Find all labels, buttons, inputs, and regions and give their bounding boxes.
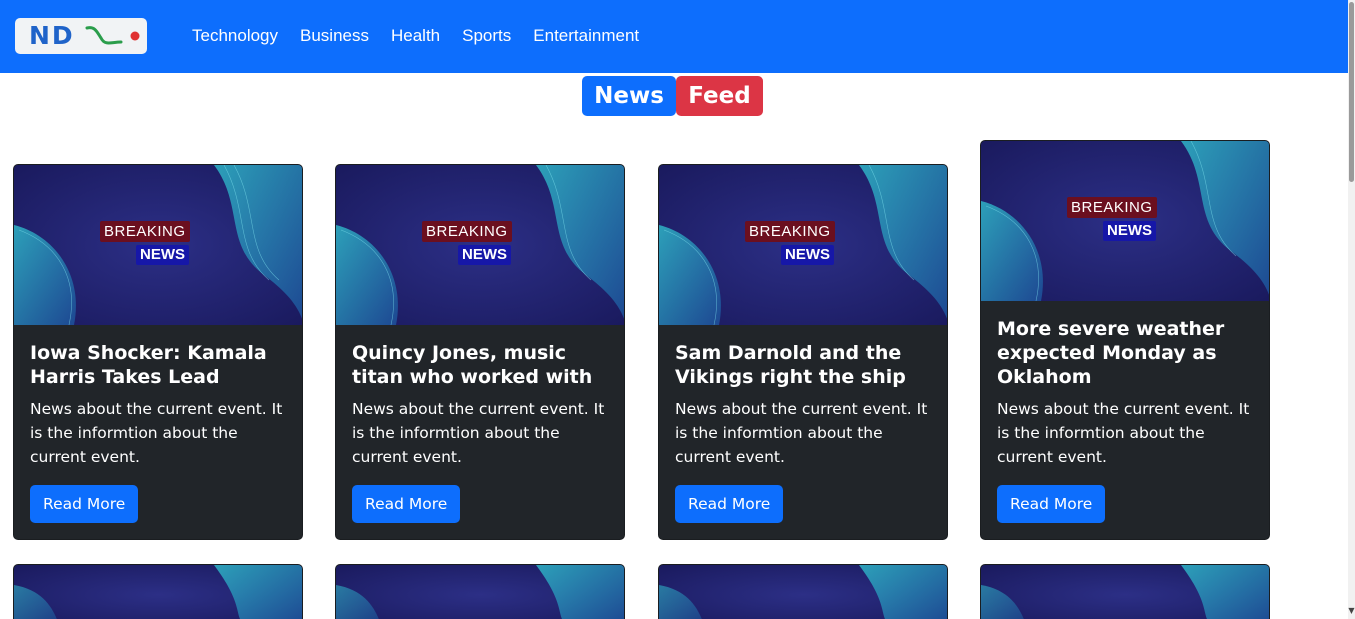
scrollbar-thumb[interactable] bbox=[1349, 2, 1354, 182]
card-text: News about the current event. It is the … bbox=[352, 400, 605, 466]
breaking-label: BREAKING bbox=[422, 221, 512, 242]
scroll-down-icon[interactable]: ▼ bbox=[1348, 606, 1355, 616]
vertical-scrollbar[interactable]: ▼ bbox=[1348, 0, 1355, 619]
card-title[interactable]: Quincy Jones, music titan who worked wit… bbox=[352, 341, 608, 389]
title-news-badge: News bbox=[582, 76, 676, 116]
page-title: News Feed bbox=[582, 76, 763, 116]
card-body: Iowa Shocker: Kamala Harris Takes Lead W… bbox=[14, 325, 302, 539]
news-label: NEWS bbox=[1103, 221, 1156, 241]
card-text: News about the current event. It is the … bbox=[675, 400, 928, 466]
breaking-news-image-icon bbox=[981, 565, 1269, 619]
nav-link-health[interactable]: Health bbox=[391, 24, 440, 48]
news-label: NEWS bbox=[781, 245, 834, 265]
card-text: News about the current event. It is the … bbox=[30, 400, 283, 466]
news-label: NEWS bbox=[136, 245, 189, 265]
news-card-partial bbox=[658, 564, 948, 619]
navbar: ND Technology Business Health Sports Ent… bbox=[0, 0, 1348, 73]
nav-link-business[interactable]: Business bbox=[300, 24, 369, 48]
nav-links: Technology Business Health Sports Entert… bbox=[192, 24, 661, 48]
read-more-button[interactable]: Read More bbox=[675, 485, 784, 523]
title-feed-badge: Feed bbox=[676, 76, 763, 116]
card-image: BREAKING NEWS bbox=[336, 165, 624, 325]
news-card: BREAKING NEWS Sam Darnold and the Viking… bbox=[658, 164, 948, 540]
breaking-news-image-icon bbox=[336, 565, 624, 619]
read-more-button[interactable]: Read More bbox=[30, 485, 139, 523]
news-card-partial bbox=[335, 564, 625, 619]
card-body: Quincy Jones, music titan who worked wit… bbox=[336, 325, 624, 539]
read-more-button[interactable]: Read More bbox=[352, 485, 461, 523]
breaking-news-image-icon bbox=[659, 565, 947, 619]
read-more-button[interactable]: Read More bbox=[997, 485, 1106, 523]
breaking-label: BREAKING bbox=[100, 221, 190, 242]
news-label: NEWS bbox=[458, 245, 511, 265]
news-card-partial bbox=[980, 564, 1270, 619]
card-title[interactable]: Iowa Shocker: Kamala Harris Takes Lead W… bbox=[30, 341, 286, 389]
news-card: BREAKING NEWS Quincy Jones, music titan … bbox=[335, 164, 625, 540]
card-body: More severe weather expected Monday as O… bbox=[981, 301, 1269, 539]
logo-swoosh-icon bbox=[85, 26, 140, 45]
news-card: BREAKING NEWS More severe weather expect… bbox=[980, 140, 1270, 540]
nav-link-entertainment[interactable]: Entertainment bbox=[533, 24, 639, 48]
card-title[interactable]: Sam Darnold and the Vikings right the sh… bbox=[675, 341, 931, 389]
site-logo[interactable]: ND bbox=[15, 18, 147, 54]
card-text: News about the current event. It is the … bbox=[997, 400, 1250, 466]
card-title[interactable]: More severe weather expected Monday as O… bbox=[997, 317, 1253, 389]
card-body: Sam Darnold and the Vikings right the sh… bbox=[659, 325, 947, 539]
breaking-news-image-icon bbox=[14, 565, 302, 619]
nav-link-technology[interactable]: Technology bbox=[192, 24, 278, 48]
breaking-label: BREAKING bbox=[745, 221, 835, 242]
page: ND Technology Business Health Sports Ent… bbox=[0, 0, 1355, 619]
breaking-label: BREAKING bbox=[1067, 197, 1157, 218]
card-image: BREAKING NEWS bbox=[14, 165, 302, 325]
card-image: BREAKING NEWS bbox=[659, 165, 947, 325]
card-image: BREAKING NEWS bbox=[981, 141, 1269, 301]
news-card-partial bbox=[13, 564, 303, 619]
news-card: BREAKING NEWS Iowa Shocker: Kamala Harri… bbox=[13, 164, 303, 540]
nav-link-sports[interactable]: Sports bbox=[462, 24, 511, 48]
